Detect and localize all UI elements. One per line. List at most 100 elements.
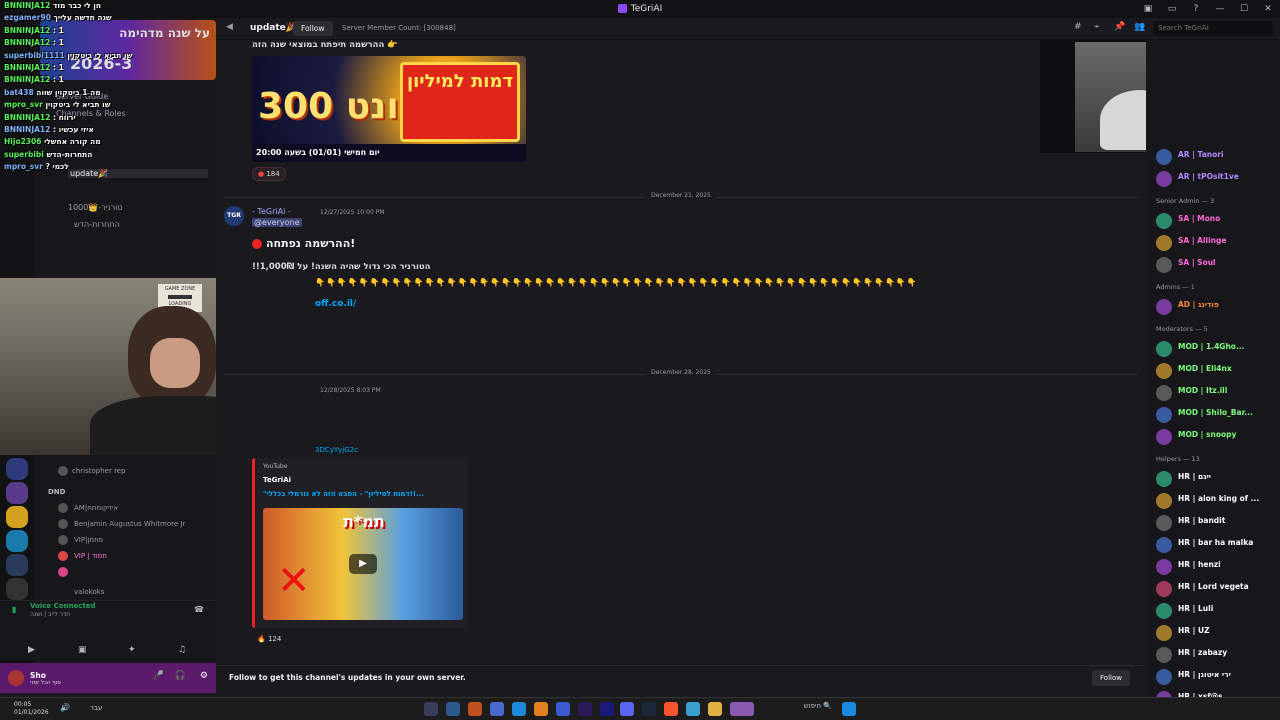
reaction-button[interactable]: 🔥 124 — [252, 633, 286, 647]
taskbar-folder-icon[interactable] — [708, 702, 722, 716]
member-item[interactable]: AR | tPOsit1ve — [1154, 170, 1280, 188]
screenshare-icon[interactable]: ▣ — [78, 645, 87, 655]
avatar[interactable] — [8, 670, 24, 686]
member-item[interactable]: HR | alon king of ... — [1154, 492, 1280, 510]
member-vip2[interactable]: VIP | חמוד — [74, 552, 107, 560]
member-christopher[interactable]: christopher rep — [72, 467, 126, 475]
taskbar-app-icon[interactable] — [578, 702, 592, 716]
minimize-icon[interactable]: — — [1208, 4, 1232, 14]
member-item[interactable]: HR | bandit — [1154, 514, 1280, 532]
video-thumbnail[interactable]: תמ*ת ✕ ▶ — [263, 508, 463, 620]
activities-icon[interactable]: ✦ — [128, 645, 136, 655]
server-icon[interactable] — [6, 506, 28, 528]
avatar — [1156, 471, 1172, 487]
message-link[interactable]: off.co.il/ — [315, 299, 356, 309]
member-name: HR | Luli — [1178, 604, 1214, 613]
clock[interactable]: 00:05 01/01/2026 — [14, 701, 49, 717]
member-item[interactable]: HR | Lord vegeta — [1154, 580, 1280, 598]
server-icon[interactable] — [6, 578, 28, 600]
taskbar-app-icon[interactable] — [730, 702, 754, 716]
member-item[interactable]: SA | Soul — [1154, 256, 1280, 274]
language-indicator[interactable]: עבר — [90, 704, 102, 712]
member-item[interactable]: HR | Luli — [1154, 602, 1280, 620]
taskbar-app-icon[interactable] — [664, 702, 678, 716]
embed-title[interactable]: "דמות למיליון" - הסבא הזה לא נורמלי בכלל… — [263, 490, 424, 498]
close-icon[interactable]: ✕ — [1256, 4, 1280, 14]
event-banner-image[interactable]: איוונט 300K דמות למיליון 20:00 יום חמישי… — [252, 56, 526, 162]
taskbar-app-icon[interactable] — [490, 702, 504, 716]
play-icon[interactable]: ▶ — [349, 554, 377, 574]
member-item[interactable]: MOD | snoopy — [1154, 428, 1280, 446]
member-item[interactable]: SA | Allinge — [1154, 234, 1280, 252]
mic-icon[interactable]: 🎤 — [153, 671, 164, 681]
everyone-mention[interactable]: @everyone — [252, 218, 302, 227]
search-input[interactable] — [1153, 21, 1273, 36]
taskbar-app-icon[interactable] — [424, 702, 438, 716]
maximize-icon[interactable]: ☐ — [1232, 4, 1256, 14]
member-item[interactable]: MOD | Itz.ill — [1154, 384, 1280, 402]
follow-footer-button[interactable]: Follow — [1092, 670, 1130, 686]
taskbar-app-icon[interactable] — [446, 702, 460, 716]
member-item[interactable]: HR | henzi — [1154, 558, 1280, 576]
taskbar-app-icon[interactable] — [556, 702, 570, 716]
member-benjamin[interactable]: Benjamin Augustus Whitmore Jr — [74, 520, 185, 528]
server-icon[interactable] — [6, 554, 28, 576]
member-item[interactable]: AR | Tanori — [1154, 148, 1280, 166]
member-item[interactable]: HR | UZ — [1154, 624, 1280, 642]
volume-icon[interactable]: 🔊 — [60, 703, 70, 712]
member-item[interactable]: SA | Mono — [1154, 212, 1280, 230]
voice-channel[interactable]: חדר לייב | ושנה — [30, 611, 70, 618]
avatar[interactable]: TGR — [224, 206, 244, 226]
member-name: SA | Mono — [1178, 214, 1221, 223]
mute-icon[interactable]: ⌁ — [1094, 22, 1099, 32]
disconnect-icon[interactable]: ☎ — [194, 605, 204, 614]
taskbar-search[interactable]: חיפוש 🔍 — [752, 702, 832, 716]
pin-icon[interactable]: 📌 — [1114, 22, 1125, 32]
member-vip1[interactable]: VIP|מוזמן — [74, 536, 103, 544]
monitor-icon[interactable]: ▭ — [1160, 4, 1184, 14]
taskbar-discord-icon[interactable] — [620, 702, 634, 716]
member-item[interactable]: MOD | 1.4Gho... — [1154, 340, 1280, 358]
role-header: Moderators — 5 — [1156, 325, 1208, 333]
embed-author[interactable]: TeGriAi — [263, 476, 291, 484]
chat-text: : 1 — [52, 63, 64, 73]
headset-icon[interactable]: 🎧 — [175, 671, 186, 681]
member-item[interactable]: HR | ירי איטונן — [1154, 668, 1280, 686]
camera-icon[interactable]: ▶ — [28, 645, 35, 655]
taskbar-app-icon[interactable] — [600, 702, 614, 716]
member-valo[interactable]: valokoks — [74, 588, 104, 596]
server-icon[interactable] — [6, 458, 28, 480]
server-icon[interactable] — [6, 482, 28, 504]
members-icon[interactable]: 👥 — [1134, 22, 1145, 32]
settings-gear-icon[interactable]: ⚙ — [200, 671, 208, 681]
taskbar-app-icon[interactable] — [512, 702, 526, 716]
chat-username: superbibi — [4, 149, 47, 159]
member-item[interactable]: HR | bar ha malka — [1154, 536, 1280, 554]
message-author[interactable]: - TeGriAi - — [252, 207, 291, 216]
taskbar-steam-icon[interactable] — [642, 702, 656, 716]
member-item[interactable]: HR | zabazy — [1154, 646, 1280, 664]
help-icon[interactable]: ? — [1184, 4, 1208, 14]
member-item[interactable]: MOD | Shilo_Bar... — [1154, 406, 1280, 424]
avatar — [1156, 537, 1172, 553]
role-header: Admins — 1 — [1156, 283, 1195, 291]
avatar — [1156, 647, 1172, 663]
youtube-link[interactable]: 3DCyYyjG2c — [315, 446, 358, 454]
soundboard-icon[interactable]: ♫ — [178, 645, 186, 655]
follow-button[interactable]: Follow — [293, 21, 333, 36]
threads-icon[interactable]: # — [1074, 22, 1082, 32]
taskbar-app-icon[interactable] — [686, 702, 700, 716]
server-icon[interactable] — [6, 530, 28, 552]
chat-username: mpro_svr — [4, 162, 46, 172]
embed-provider: YouTube — [263, 463, 288, 470]
member-am[interactable]: AM|איזיקומתח — [74, 504, 118, 512]
inbox-icon[interactable]: ▣ — [1136, 4, 1160, 14]
taskbar-app-icon[interactable] — [534, 702, 548, 716]
member-item[interactable]: HR | ייגם — [1154, 470, 1280, 488]
avatar — [1156, 559, 1172, 575]
taskbar-app-icon[interactable] — [468, 702, 482, 716]
member-item[interactable]: MOD | Eli4nx — [1154, 362, 1280, 380]
member-item[interactable]: AD | פודינג — [1154, 298, 1280, 316]
windows-start-icon[interactable] — [842, 702, 856, 716]
reaction-button[interactable]: ● 184 — [252, 167, 286, 181]
